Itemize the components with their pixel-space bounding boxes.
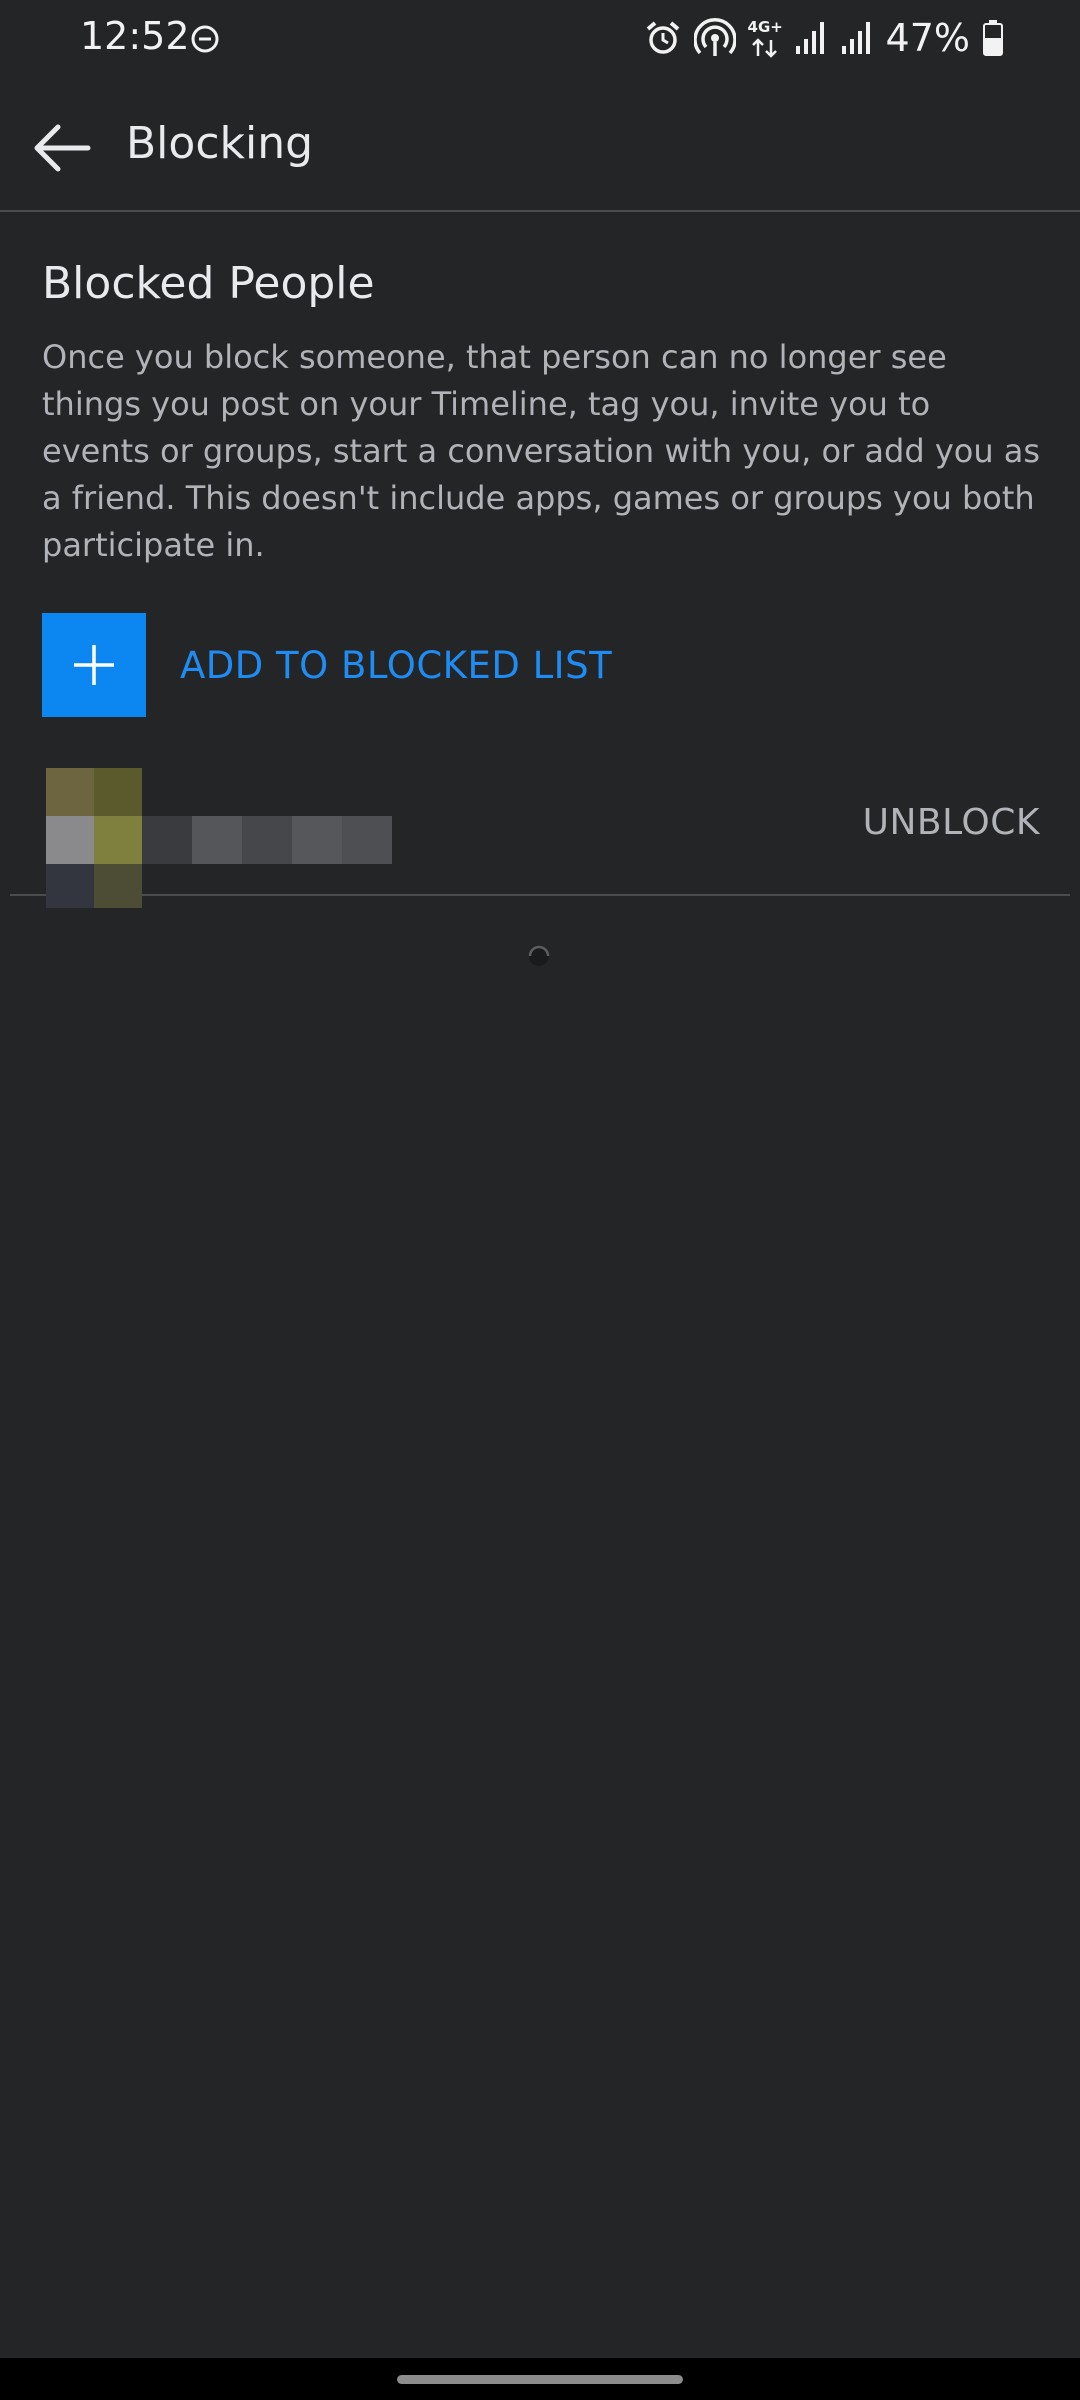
unblock-button[interactable]: UNBLOCK bbox=[863, 802, 1040, 843]
hotspot-icon bbox=[693, 18, 736, 56]
add-to-blocked-list-button[interactable]: ADD TO BLOCKED LIST bbox=[42, 612, 612, 718]
battery-icon bbox=[983, 20, 1003, 56]
navigation-bar bbox=[0, 2358, 1080, 2400]
add-icon-box[interactable] bbox=[42, 613, 146, 717]
status-bar: 12:52 4G+ 47% bbox=[0, 0, 1080, 78]
network-indicator: 4G+ bbox=[747, 18, 783, 58]
battery-percent: 47% bbox=[885, 16, 970, 60]
plus-icon bbox=[74, 645, 114, 685]
network-type: 4G+ bbox=[747, 18, 783, 36]
signal-icon bbox=[795, 22, 824, 54]
page-title: Blocking bbox=[126, 118, 314, 169]
signal-icon bbox=[841, 22, 870, 54]
app-bar: Blocking bbox=[0, 78, 1080, 212]
status-icons: 4G+ 47% bbox=[644, 16, 1004, 60]
back-button[interactable] bbox=[26, 112, 98, 184]
section-description: Once you block someone, that person can … bbox=[42, 338, 1041, 564]
blocked-person-row: UNBLOCK bbox=[10, 760, 1070, 908]
do-not-disturb-icon bbox=[191, 25, 219, 53]
home-gesture-handle[interactable] bbox=[397, 2375, 683, 2384]
avatar bbox=[46, 768, 142, 908]
add-to-blocked-list-label[interactable]: ADD TO BLOCKED LIST bbox=[180, 644, 612, 687]
blocked-person-name bbox=[142, 816, 392, 864]
alarm-icon bbox=[646, 21, 679, 54]
back-arrow-icon bbox=[34, 124, 91, 172]
data-arrows-icon bbox=[751, 38, 777, 58]
loading-spinner-icon bbox=[528, 945, 550, 966]
status-time: 12:52 bbox=[80, 14, 190, 58]
section-title: Blocked People bbox=[42, 258, 375, 309]
